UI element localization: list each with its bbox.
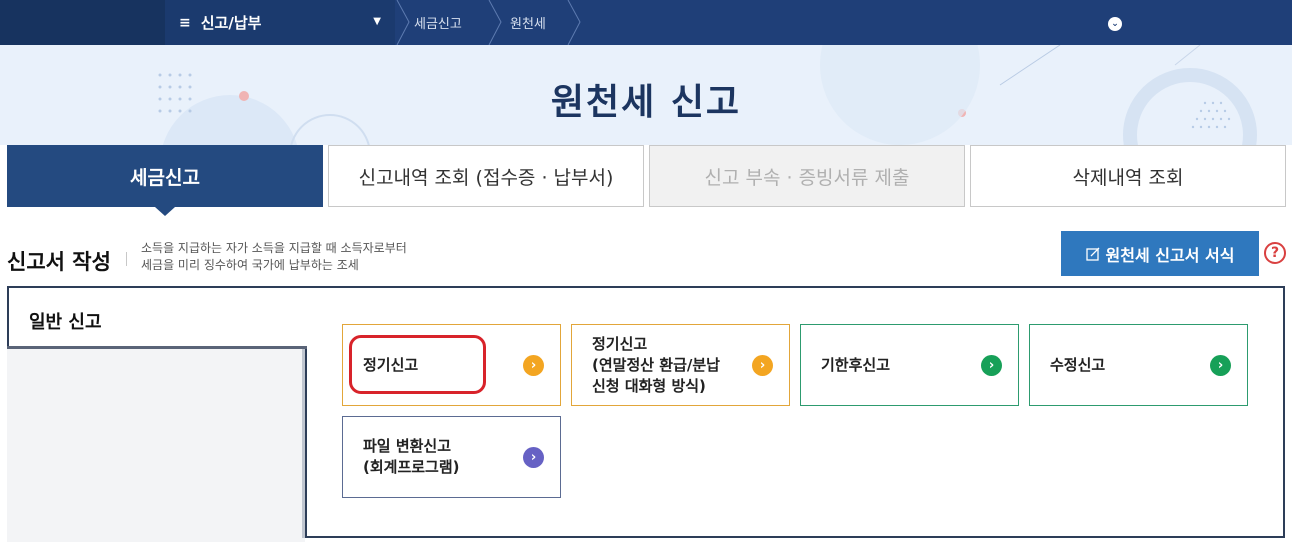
page-title: 원천세 신고 <box>550 82 742 123</box>
category-underline <box>7 346 307 349</box>
arrow-right-icon: › <box>981 355 1002 376</box>
breadcrumb-separator-icon <box>488 0 502 45</box>
option-label: 정기신고 (연말정산 환급/분납 신청 대화형 방식) <box>592 334 720 395</box>
section-divider <box>126 252 127 266</box>
option-file-conversion-report[interactable]: 파일 변환신고 (회계프로그램) › <box>342 416 561 498</box>
nav-left-area <box>0 0 165 45</box>
option-label: 파일 변환신고 (회계프로그램) <box>363 437 460 476</box>
arrow-right-icon: › <box>752 355 773 376</box>
section-title: 신고서 작성 <box>7 250 111 274</box>
tab-document-submission[interactable]: 신고 부속 · 증빙서류 제출 <box>649 145 965 207</box>
chevron-down-icon: ▼ <box>373 16 381 27</box>
main-menu-dropdown[interactable]: ≡ 신고/납부 ▼ <box>165 0 395 45</box>
option-amended-report[interactable]: 수정신고 › <box>1029 324 1248 406</box>
description-line: 소득을 지급하는 자가 소득을 지급할 때 소득자로부터 <box>141 241 407 255</box>
arrow-right-icon: › <box>1210 355 1231 376</box>
option-late-report[interactable]: 기한후신고 › <box>800 324 1019 406</box>
option-regular-report-interactive[interactable]: 정기신고 (연말정산 환급/분납 신청 대화형 방식) › <box>571 324 790 406</box>
tab-report-history[interactable]: 신고내역 조회 (접수증 · 납부서) <box>328 145 644 207</box>
hero-banner: 원천세 신고 <box>0 45 1292 145</box>
help-icon[interactable]: ? <box>1264 242 1286 264</box>
top-nav-bar: ≡ 신고/납부 ▼ 세금신고 원천세 ⌄ <box>0 0 1292 45</box>
category-sidebar <box>7 346 305 542</box>
section-description: 소득을 지급하는 자가 소득을 지급할 때 소득자로부터 세금을 미리 징수하여… <box>141 240 407 274</box>
category-general-report[interactable]: 일반 신고 <box>7 286 307 349</box>
description-line: 세금을 미리 징수하여 국가에 납부하는 조세 <box>141 258 359 272</box>
breadcrumb-separator-icon <box>567 0 581 45</box>
edit-icon <box>1085 247 1100 261</box>
breadcrumb-separator-icon <box>396 0 410 45</box>
menu-icon: ≡ <box>179 14 191 31</box>
active-tab-pointer <box>155 207 175 216</box>
tab-tax-report[interactable]: 세금신고 <box>7 145 323 207</box>
form-button-label: 원천세 신고서 서식 <box>1105 245 1235 265</box>
menu-label: 신고/납부 <box>200 14 262 32</box>
withholding-form-button[interactable]: 원천세 신고서 서식 <box>1061 231 1259 276</box>
option-label: 수정신고 <box>1050 355 1106 374</box>
breadcrumb-dropdown-icon[interactable]: ⌄ <box>1108 17 1122 31</box>
tab-deleted-history[interactable]: 삭제내역 조회 <box>970 145 1286 207</box>
arrow-right-icon: › <box>523 355 544 376</box>
category-label: 일반 신고 <box>29 312 102 333</box>
arrow-right-icon: › <box>523 447 544 468</box>
option-label: 기한후신고 <box>821 355 891 374</box>
breadcrumb-item-tax-report[interactable]: 세금신고 <box>414 0 462 45</box>
breadcrumb-item-withholding[interactable]: 원천세 <box>510 0 546 45</box>
highlight-annotation <box>349 335 486 394</box>
